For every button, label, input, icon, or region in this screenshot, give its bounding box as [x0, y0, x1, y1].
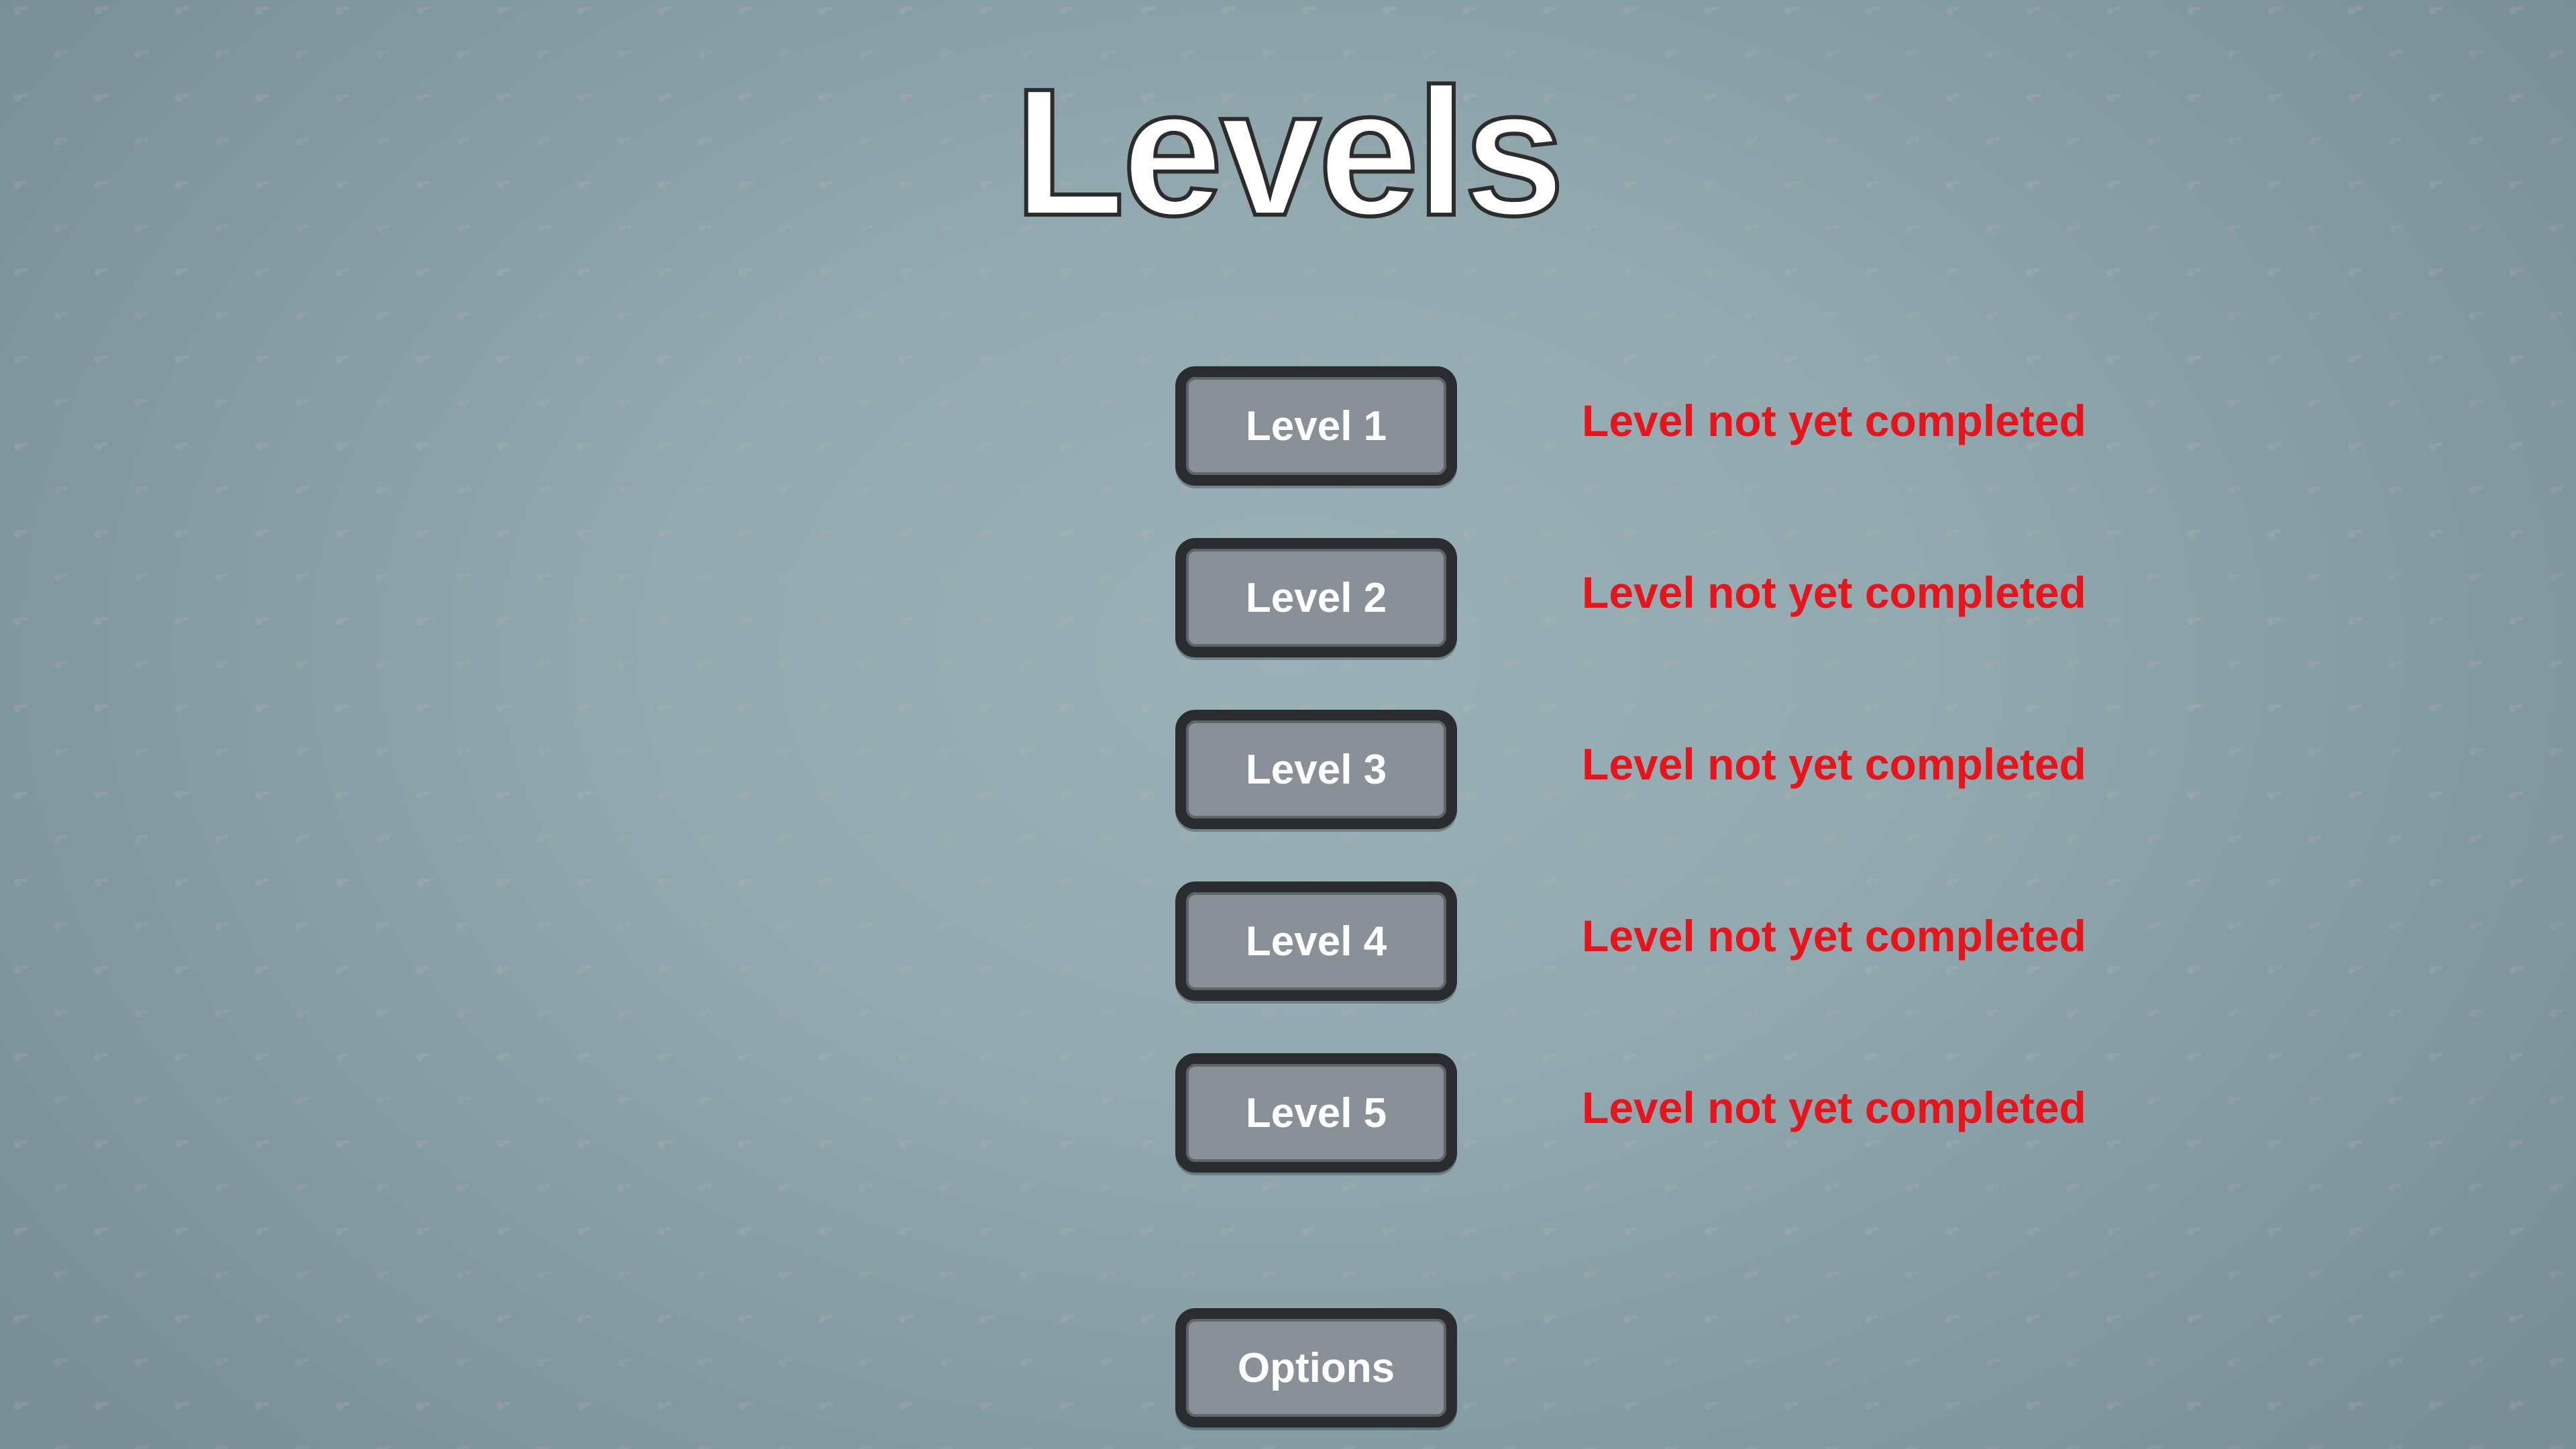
level-3-label: Level 3: [1245, 746, 1387, 793]
level-2-button[interactable]: Level 2: [1175, 538, 1457, 657]
level-2-label: Level 2: [1245, 574, 1387, 621]
level-4-status: Level not yet completed: [1582, 911, 2086, 961]
level-1-button[interactable]: Level 1: [1175, 366, 1457, 486]
level-4-button[interactable]: Level 4: [1175, 881, 1457, 1001]
level-4-label: Level 4: [1245, 918, 1387, 965]
level-3-status: Level not yet completed: [1582, 739, 2086, 789]
page-title: Levels: [1012, 50, 1567, 256]
level-5-label: Level 5: [1245, 1089, 1387, 1136]
level-1-label: Level 1: [1245, 402, 1387, 449]
level-5-status: Level not yet completed: [1582, 1083, 2086, 1132]
level-2-status: Level not yet completed: [1582, 568, 2086, 617]
level-3-button[interactable]: Level 3: [1175, 710, 1457, 829]
level-5-button[interactable]: Level 5: [1175, 1053, 1457, 1173]
options-button[interactable]: Options: [1175, 1308, 1457, 1428]
level-1-status: Level not yet completed: [1582, 396, 2086, 445]
options-label: Options: [1237, 1344, 1395, 1391]
